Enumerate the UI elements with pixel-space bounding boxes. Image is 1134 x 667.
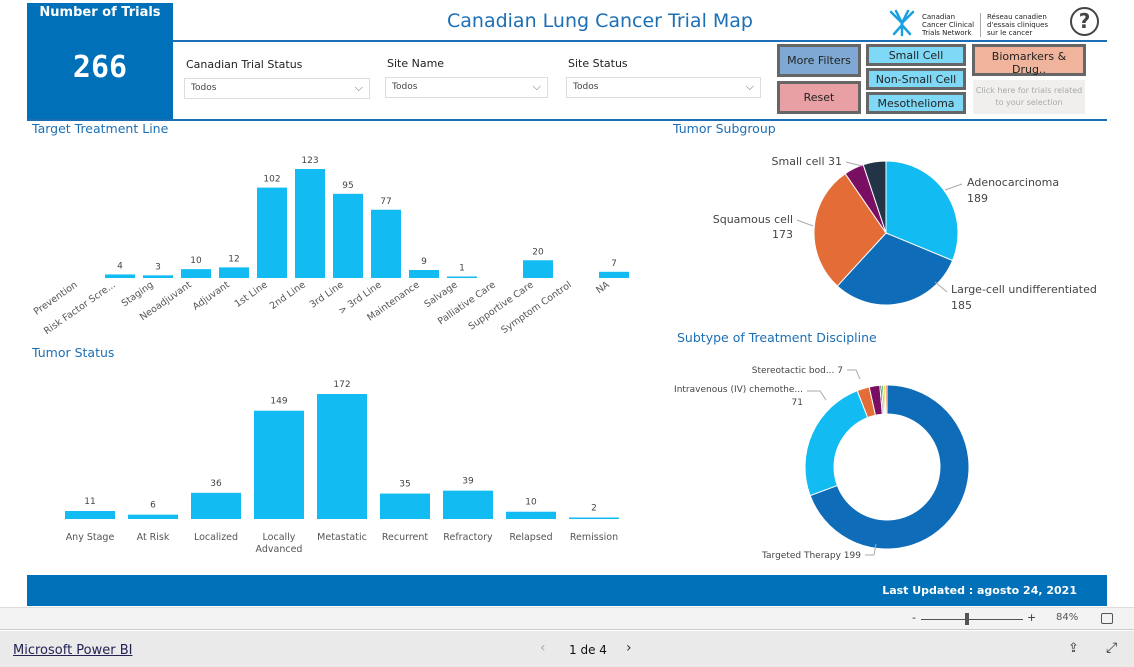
powerbi-link[interactable]: Microsoft Power BI <box>13 643 132 658</box>
zoom-slider-thumb[interactable] <box>964 613 969 625</box>
data-label: 7 <box>611 259 617 269</box>
data-label: 172 <box>333 380 350 390</box>
data-label: 10 <box>190 256 202 266</box>
bar[interactable] <box>128 514 178 519</box>
bar[interactable] <box>317 394 367 519</box>
data-label: 10 <box>525 498 537 508</box>
data-label: 35 <box>399 480 410 490</box>
bar[interactable] <box>443 490 493 519</box>
slice[interactable] <box>804 389 869 497</box>
data-label: 20 <box>532 247 544 257</box>
footer-bar: Last Updated : agosto 24, 2021 <box>27 575 1107 606</box>
category-label: Any Stage <box>66 532 115 543</box>
category-label: Supportive Care <box>467 279 536 332</box>
bar[interactable] <box>523 260 553 278</box>
share-icon[interactable]: ⇪ <box>1068 641 1079 656</box>
category-label: Recurrent <box>382 532 429 543</box>
category-label: Relapsed <box>509 532 552 543</box>
leader-line <box>796 219 814 227</box>
bar[interactable] <box>191 492 241 519</box>
leader-line <box>845 161 863 167</box>
bar[interactable] <box>65 511 115 519</box>
slice[interactable] <box>884 384 888 415</box>
data-label: 4 <box>117 261 123 271</box>
bar[interactable] <box>181 269 211 278</box>
charts-canvas: Prevention4Risk Factor Scre...3Staging10… <box>32 155 1097 561</box>
zoom-bar: - + 84% <box>0 607 1134 630</box>
data-label: 2 <box>591 504 597 514</box>
data-label: 6 <box>150 501 156 511</box>
bar[interactable] <box>333 193 363 278</box>
slice-label: 189 <box>967 192 988 205</box>
page-indicator: 1 de 4 <box>569 643 607 657</box>
slice-label: 173 <box>772 228 793 241</box>
data-label: 1 <box>459 264 465 274</box>
data-label: 36 <box>210 479 222 489</box>
slice-label: Large-cell undifferentiated <box>951 283 1097 296</box>
data-label: 3 <box>155 262 161 272</box>
category-label: Remission <box>570 532 618 543</box>
zoom-in-button[interactable]: + <box>1027 611 1036 624</box>
fullscreen-icon[interactable]: ⤢ <box>1106 640 1117 656</box>
category-label: Adjuvant <box>191 279 232 312</box>
category-label: At Risk <box>137 532 170 543</box>
bar[interactable] <box>257 187 287 278</box>
category-label: Risk Factor Scre... <box>42 279 118 337</box>
bar[interactable] <box>371 209 401 278</box>
bar[interactable] <box>447 276 477 279</box>
slice-label: Squamous cell <box>713 213 793 226</box>
zoom-slider[interactable] <box>921 619 1023 620</box>
data-label: 39 <box>462 477 474 487</box>
slice-label: Targeted Therapy 199 <box>761 551 861 561</box>
slice-label: Adenocarcinoma <box>967 176 1059 189</box>
category-label: Localized <box>194 532 238 543</box>
leader-line <box>934 281 948 293</box>
slice-label: Stereotactic bod... 7 <box>752 366 843 376</box>
bar[interactable] <box>569 517 619 520</box>
bar[interactable] <box>380 493 430 519</box>
data-label: 77 <box>380 197 391 207</box>
powerbi-bar: Microsoft Power BI ‹ 1 de 4 › ⇪ ⤢ <box>0 631 1134 667</box>
data-label: 95 <box>342 181 353 191</box>
category-label: NA <box>594 279 612 296</box>
category-label: Metastatic <box>317 532 367 543</box>
bar[interactable] <box>143 275 173 278</box>
data-label: 9 <box>421 257 427 267</box>
leader-line <box>847 369 861 380</box>
category-label: 1st Line <box>233 279 270 310</box>
category-label: Locally <box>263 532 296 543</box>
leader-line <box>944 183 963 191</box>
bar[interactable] <box>599 271 629 278</box>
prev-page-icon[interactable]: ‹ <box>540 640 546 656</box>
data-label: 123 <box>301 156 318 166</box>
bar[interactable] <box>254 410 304 519</box>
last-updated: Last Updated : agosto 24, 2021 <box>882 584 1077 597</box>
next-page-icon[interactable]: › <box>626 640 632 656</box>
bar[interactable] <box>219 267 249 278</box>
zoom-out-button[interactable]: - <box>912 611 916 624</box>
bar[interactable] <box>295 169 325 278</box>
data-label: 11 <box>84 497 95 507</box>
bar[interactable] <box>105 274 135 278</box>
slice-label: 185 <box>951 299 972 312</box>
data-label: 12 <box>228 254 239 264</box>
category-label: Refractory <box>443 532 493 543</box>
bar[interactable] <box>409 270 439 278</box>
fit-to-page-icon[interactable] <box>1101 613 1113 624</box>
data-label: 102 <box>263 175 280 185</box>
category-label: 2nd Line <box>268 279 308 312</box>
zoom-level: 84% <box>1056 612 1079 623</box>
category-label: Symptom Control <box>499 279 573 336</box>
leader-line <box>807 390 827 401</box>
category-label: Advanced <box>256 544 303 555</box>
slice-label: Small cell 31 <box>772 155 842 168</box>
slice-label: Intravenous (IV) chemothe... <box>674 385 803 395</box>
slice-label: 71 <box>792 398 803 408</box>
data-label: 149 <box>270 397 287 407</box>
bar[interactable] <box>506 511 556 519</box>
